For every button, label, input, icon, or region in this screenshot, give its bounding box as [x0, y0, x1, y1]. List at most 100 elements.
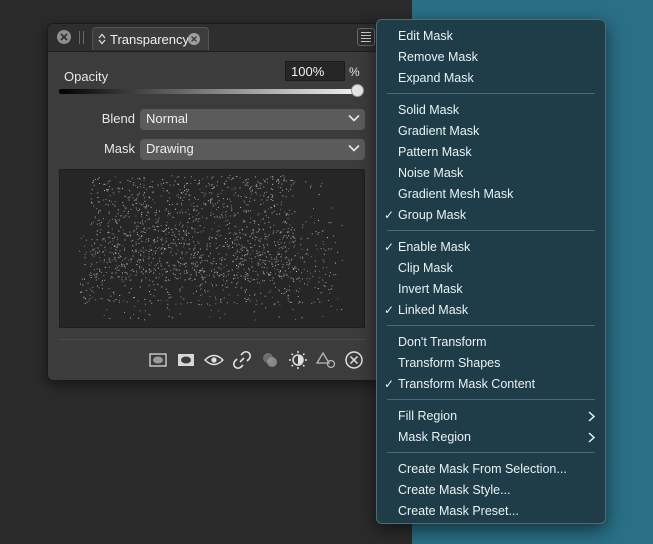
tab-transparency[interactable]: Transparency [92, 27, 209, 50]
menu-item-label: Linked Mask [398, 303, 469, 317]
mask-value: Drawing [146, 141, 194, 156]
mask-toolbar [148, 348, 370, 372]
close-icon [60, 33, 68, 41]
overlap-button[interactable] [260, 350, 280, 370]
link-button[interactable] [232, 350, 252, 370]
opacity-unit: % [349, 65, 360, 79]
menu-item-label: Transform Mask Content [398, 377, 536, 391]
menu-separator [387, 230, 595, 231]
mask-preview [59, 169, 365, 328]
menu-item-transform-mask-content[interactable]: ✓ Transform Mask Content [377, 374, 605, 395]
menu-item-label: Gradient Mask [398, 124, 480, 138]
brightness-icon [289, 351, 307, 369]
mask-context-menu: Edit Mask Remove Mask Expand Mask Solid Mas… [376, 19, 606, 524]
close-icon [191, 36, 197, 42]
menu-item-label: Mask Region [398, 430, 471, 444]
hamburger-line [361, 35, 371, 36]
checkmark-icon: ✓ [384, 303, 395, 317]
mask-dropdown[interactable]: Drawing [140, 139, 365, 160]
menu-item-transform-shapes[interactable]: Transform Shapes [377, 353, 605, 374]
shapes-button[interactable] [316, 350, 336, 370]
menu-item-label: Expand Mask [398, 71, 474, 85]
mask-rect-button[interactable] [148, 350, 168, 370]
menu-item-label: Solid Mask [398, 103, 460, 117]
menu-item-label: Noise Mask [398, 166, 464, 180]
menu-item-solid-mask[interactable]: Solid Mask [377, 100, 605, 121]
panel-drag-grip[interactable] [78, 31, 86, 44]
panel-divider [59, 339, 365, 340]
menu-item-edit-mask[interactable]: Edit Mask [377, 26, 605, 47]
menu-item-label: Create Mask From Selection... [398, 462, 567, 476]
menu-item-create-mask-preset[interactable]: Create Mask Preset... [377, 501, 605, 522]
checkmark-icon: ✓ [384, 240, 395, 254]
menu-item-label: Clip Mask [398, 261, 453, 275]
chevron-right-icon [588, 411, 595, 422]
menu-item-label: Gradient Mesh Mask [398, 187, 514, 201]
menu-item-label: Create Mask Style... [398, 483, 511, 497]
menu-item-gradient-mask[interactable]: Gradient Mask [377, 121, 605, 142]
menu-item-label: Don't Transform [398, 335, 487, 349]
delete-mask-button[interactable] [344, 350, 364, 370]
menu-item-clip-mask[interactable]: Clip Mask [377, 258, 605, 279]
menu-separator [387, 399, 595, 400]
overlap-circles-icon [263, 353, 277, 367]
menu-item-create-mask-style[interactable]: Create Mask Style... [377, 480, 605, 501]
menu-item-label: Transform Shapes [398, 356, 501, 370]
hamburger-line [361, 41, 371, 42]
link-icon [232, 350, 252, 370]
mask-label: Mask [103, 141, 135, 156]
menu-item-label: Invert Mask [398, 282, 463, 296]
mask-preview-image [79, 175, 343, 321]
menu-item-label: Group Mask [398, 208, 467, 222]
close-circle-icon [345, 351, 363, 369]
hamburger-line [361, 38, 371, 39]
menu-item-pattern-mask[interactable]: Pattern Mask [377, 142, 605, 163]
menu-item-invert-mask[interactable]: Invert Mask [377, 279, 605, 300]
menu-item-label: Edit Mask [398, 29, 453, 43]
checkmark-icon: ✓ [384, 377, 395, 391]
menu-separator [387, 452, 595, 453]
menu-item-enable-mask[interactable]: ✓ Enable Mask [377, 237, 605, 258]
panel-header: Transparency [48, 24, 384, 52]
mask-ellipse-icon [178, 354, 194, 366]
blend-dropdown[interactable]: Normal [140, 109, 365, 130]
menu-item-group-mask[interactable]: ✓ Group Mask [377, 205, 605, 226]
shapes-icon [316, 351, 336, 369]
transparency-panel: Transparency Opacity 100% % Blend Normal… [47, 23, 385, 381]
menu-item-linked-mask[interactable]: ✓ Linked Mask [377, 300, 605, 321]
menu-item-create-mask-from-selection[interactable]: Create Mask From Selection... [377, 459, 605, 480]
menu-item-label: Enable Mask [398, 240, 471, 254]
visibility-button[interactable] [204, 350, 224, 370]
menu-item-noise-mask[interactable]: Noise Mask [377, 163, 605, 184]
menu-item-label: Create Mask Preset... [398, 504, 519, 518]
hamburger-icon [361, 32, 371, 33]
tab-close-button[interactable] [188, 33, 200, 45]
opacity-slider-knob[interactable] [350, 84, 364, 97]
panel-close-button[interactable] [57, 30, 71, 44]
eye-icon [204, 354, 224, 366]
menu-item-label: Fill Region [398, 409, 458, 423]
up-down-arrows-icon [98, 33, 106, 45]
menu-item-gradient-mesh-mask[interactable]: Gradient Mesh Mask [377, 184, 605, 205]
tab-label: Transparency [110, 31, 189, 47]
menu-separator [387, 93, 595, 94]
menu-item-expand-mask[interactable]: Expand Mask [377, 68, 605, 89]
menu-item-fill-region[interactable]: Fill Region [377, 406, 605, 427]
menu-separator [387, 325, 595, 326]
opacity-slider[interactable] [59, 89, 357, 94]
chevron-right-icon [588, 432, 595, 443]
opacity-input[interactable]: 100% [285, 61, 345, 81]
chevron-down-icon [348, 144, 360, 152]
menu-item-don-t-transform[interactable]: Don't Transform [377, 332, 605, 353]
opacity-label: Opacity [64, 69, 109, 84]
mask-rect-icon [149, 353, 167, 367]
brightness-button[interactable] [288, 350, 308, 370]
menu-item-label: Pattern Mask [398, 145, 472, 159]
menu-item-remove-mask[interactable]: Remove Mask [377, 47, 605, 68]
mask-ellipse-button[interactable] [176, 350, 196, 370]
menu-item-label: Remove Mask [398, 50, 478, 64]
checkmark-icon: ✓ [384, 208, 395, 222]
panel-menu-button[interactable] [357, 28, 375, 46]
menu-item-mask-region[interactable]: Mask Region [377, 427, 605, 448]
blend-value: Normal [146, 111, 188, 126]
